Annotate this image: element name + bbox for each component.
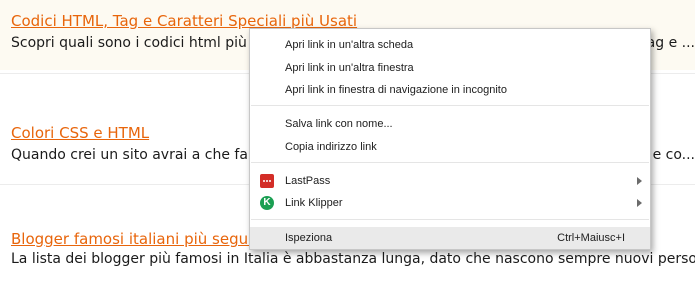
- menu-separator: [251, 219, 649, 220]
- menu-item-label: Apri link in finestra di navigazione in …: [285, 84, 507, 96]
- chevron-right-icon: [637, 177, 642, 185]
- chevron-right-icon: [637, 199, 642, 207]
- menu-item-label: Link Klipper: [285, 197, 343, 209]
- menu-separator: [251, 105, 649, 106]
- menu-item-save-link[interactable]: Salva link con nome...: [250, 113, 650, 135]
- menu-item-inspect[interactable]: Ispeziona Ctrl+Maiusc+I: [250, 227, 650, 249]
- menu-item-label: Copia indirizzo link: [285, 141, 377, 153]
- menu-item-label: Apri link in un'altra finestra: [285, 62, 414, 74]
- menu-item-open-new-window[interactable]: Apri link in un'altra finestra: [250, 57, 650, 79]
- result-description: La lista dei blogger più famosi in Itali…: [11, 251, 695, 267]
- menu-item-lastpass[interactable]: LastPass: [250, 170, 650, 192]
- result-description: Quando crei un sito avrai a che fa: [11, 147, 248, 163]
- result-description: Scopri quali sono i codici html più: [11, 35, 247, 51]
- menu-item-open-incognito[interactable]: Apri link in finestra di navigazione in …: [250, 79, 650, 101]
- lastpass-icon: [260, 174, 274, 188]
- menu-separator: [251, 162, 649, 163]
- result-title-link[interactable]: Colori CSS e HTML: [11, 124, 149, 142]
- menu-item-label: Ispeziona: [285, 232, 333, 244]
- menu-item-label: Salva link con nome...: [285, 118, 393, 130]
- result-title-link[interactable]: Blogger famosi italiani più segui: [11, 230, 252, 248]
- menu-item-label: LastPass: [285, 175, 331, 187]
- menu-item-link-klipper[interactable]: K Link Klipper: [250, 192, 650, 214]
- menu-item-label: Apri link in un'altra scheda: [285, 39, 414, 51]
- result-description-tail: e co...: [652, 147, 695, 163]
- menu-item-shortcut: Ctrl+Maiusc+I: [557, 232, 625, 244]
- context-menu: Apri link in un'altra scheda Apri link i…: [249, 28, 651, 250]
- link-klipper-icon: K: [260, 196, 274, 210]
- menu-item-copy-link[interactable]: Copia indirizzo link: [250, 136, 650, 158]
- menu-item-open-new-tab[interactable]: Apri link in un'altra scheda: [250, 34, 650, 56]
